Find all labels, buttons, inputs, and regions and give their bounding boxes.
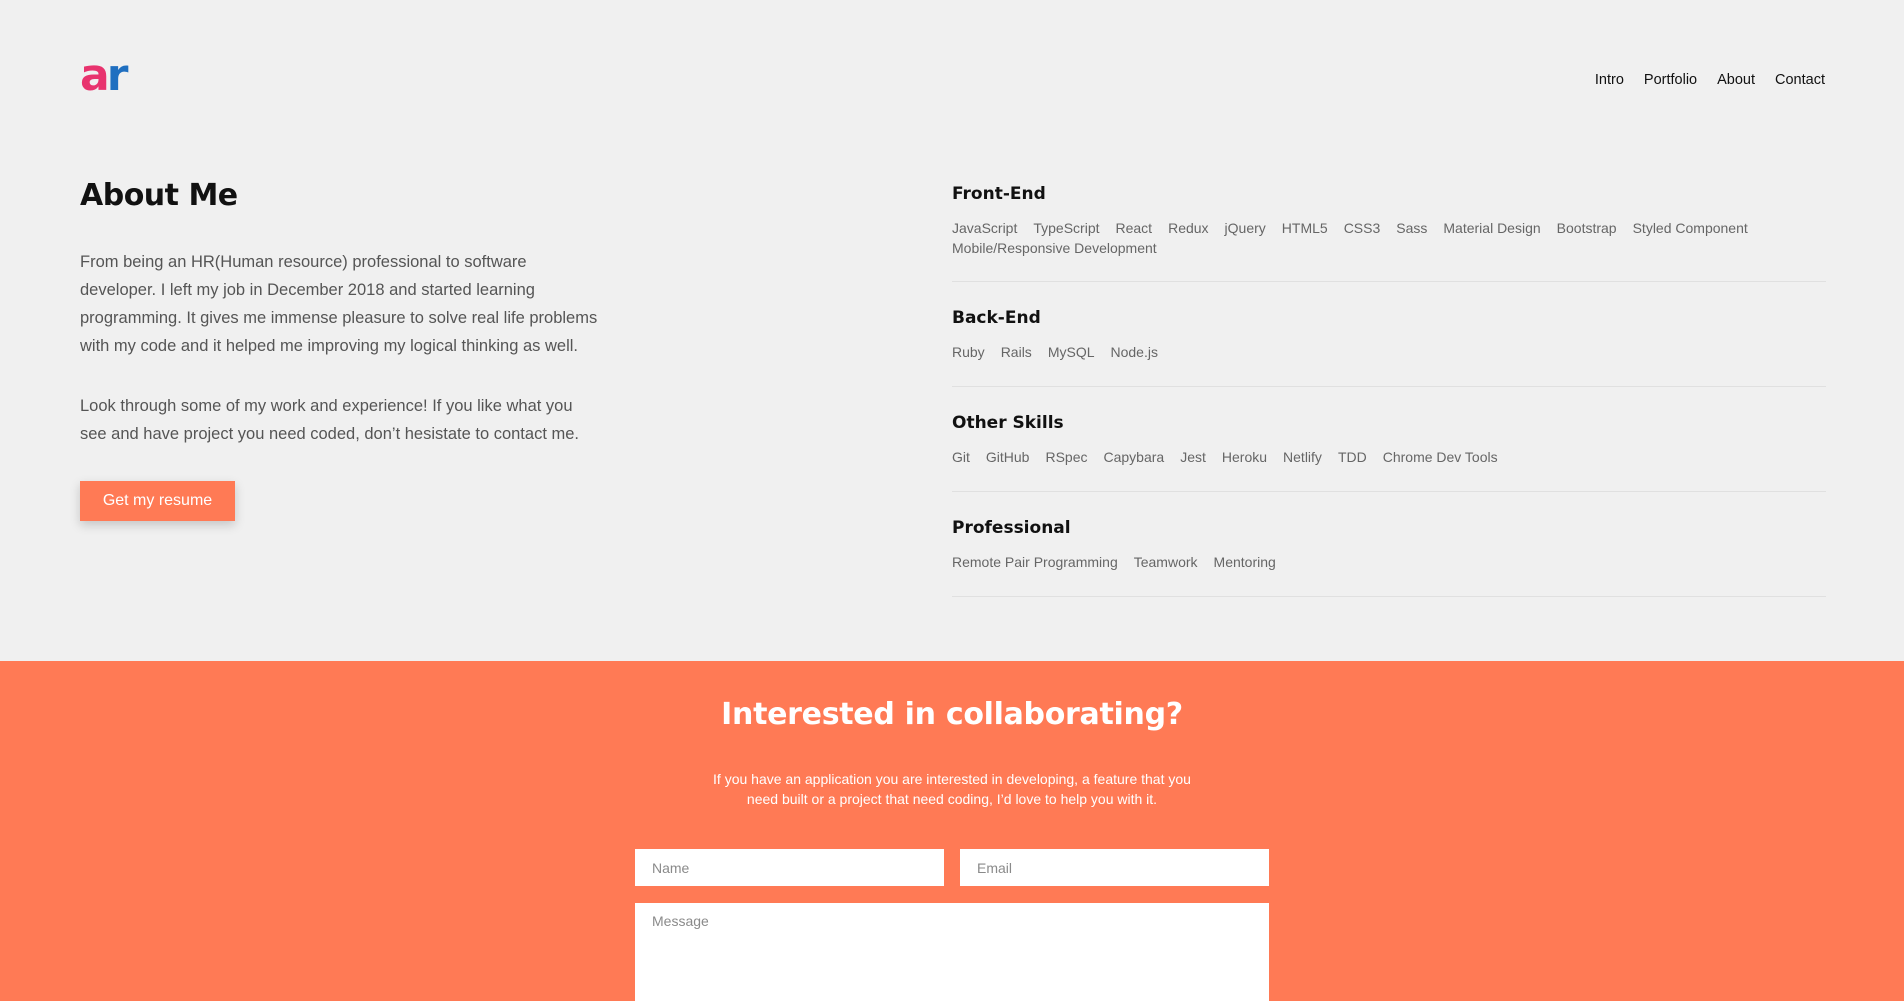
contact-section: Interested in collaborating? If you have… — [0, 661, 1904, 1001]
skill-tag: HTML5 — [1281, 220, 1328, 236]
skill-tag: GitHub — [985, 449, 1030, 465]
about-title: About Me — [80, 178, 238, 213]
skill-tag: Mobile/Responsive Development — [952, 240, 1157, 256]
skill-group-title: Front-End — [952, 184, 1046, 204]
skill-tag: RSpec — [1045, 449, 1088, 465]
skills-list: Front-End JavaScript TypeScript React Re… — [952, 184, 1826, 597]
skill-group-title: Professional — [952, 518, 1071, 538]
skill-group-title: Back-End — [952, 308, 1041, 328]
skill-tag: Sass — [1396, 220, 1428, 236]
skill-group-other: Other Skills Git GitHub RSpec Capybara J… — [952, 387, 1826, 492]
logo-letter-a: a — [80, 50, 110, 101]
skill-tag: Capybara — [1103, 449, 1165, 465]
skill-group-frontend: Front-End JavaScript TypeScript React Re… — [952, 184, 1826, 282]
skill-tag: Mentoring — [1213, 554, 1276, 570]
nav-about[interactable]: About — [1717, 72, 1755, 88]
skill-tag: Ruby — [952, 344, 985, 360]
nav-portfolio[interactable]: Portfolio — [1644, 72, 1697, 88]
skill-tag: TDD — [1337, 449, 1367, 465]
nav-intro[interactable]: Intro — [1595, 72, 1624, 88]
skill-tag: Netlify — [1283, 449, 1322, 465]
skill-tag: jQuery — [1224, 220, 1266, 236]
skill-tag: Remote Pair Programming — [952, 554, 1118, 570]
skill-group-professional: Professional Remote Pair Programming Tea… — [952, 492, 1826, 597]
skill-tag: Styled Component — [1632, 220, 1748, 236]
skill-tags: Git GitHub RSpec Capybara Jest Heroku Ne… — [952, 448, 1826, 466]
skill-tag: MySQL — [1047, 344, 1095, 360]
contact-description: If you have an application you are inter… — [713, 771, 1191, 807]
skill-tags: Remote Pair Programming Teamwork Mentori… — [952, 553, 1826, 571]
logo-letter-r: r — [106, 50, 129, 101]
about-paragraph-2: Look through some of my work and experie… — [80, 397, 579, 443]
skill-tag: CSS3 — [1343, 220, 1381, 236]
logo[interactable]: ar — [80, 54, 128, 98]
skill-tag: Teamwork — [1133, 554, 1198, 570]
skill-tag: Node.js — [1110, 344, 1158, 360]
nav-contact[interactable]: Contact — [1775, 72, 1825, 88]
skill-tag: TypeScript — [1033, 220, 1100, 236]
email-input[interactable] — [960, 849, 1269, 886]
about-paragraph-1: From being an HR(Human resource) profess… — [80, 253, 598, 355]
skill-tags: JavaScript TypeScript React Redux jQuery… — [952, 219, 1826, 257]
skill-tag: Bootstrap — [1556, 220, 1617, 236]
contact-title: Interested in collaborating? — [721, 697, 1183, 732]
name-input[interactable] — [635, 849, 944, 886]
skill-group-backend: Back-End Ruby Rails MySQL Node.js — [952, 282, 1826, 387]
get-resume-button[interactable]: Get my resume — [80, 481, 235, 521]
skill-tag: Heroku — [1221, 449, 1268, 465]
skill-tag: Redux — [1168, 220, 1209, 236]
skill-tag: Jest — [1180, 449, 1206, 465]
message-input[interactable] — [635, 903, 1269, 1001]
skill-tag: Rails — [1000, 344, 1032, 360]
main-nav: Intro Portfolio About Contact — [1595, 72, 1825, 88]
skill-tag: Git — [952, 449, 970, 465]
skill-tags: Ruby Rails MySQL Node.js — [952, 343, 1826, 361]
skill-group-title: Other Skills — [952, 413, 1064, 433]
skill-tag: Material Design — [1443, 220, 1541, 236]
skill-tag: React — [1115, 220, 1153, 236]
skill-tag: Chrome Dev Tools — [1382, 449, 1498, 465]
skill-tag: JavaScript — [952, 220, 1018, 236]
